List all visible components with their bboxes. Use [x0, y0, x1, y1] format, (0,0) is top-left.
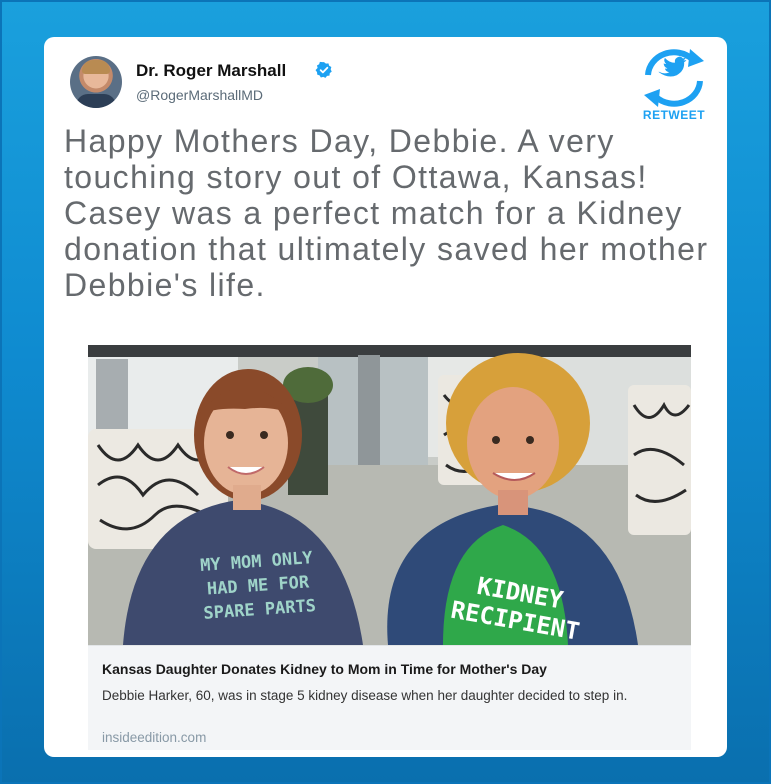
link-preview-card[interactable]: Kansas Daughter Donates Kidney to Mom in…: [88, 645, 691, 750]
avatar[interactable]: [70, 56, 122, 108]
tweet-card: Dr. Roger Marshall @RogerMarshallMD RETW…: [44, 37, 727, 757]
verified-badge-icon: [315, 61, 332, 78]
link-description: Debbie Harker, 60, was in stage 5 kidney…: [102, 688, 628, 703]
author-handle[interactable]: @RogerMarshallMD: [136, 87, 263, 103]
retweet-badge: RETWEET: [634, 45, 714, 125]
link-domain[interactable]: insideedition.com: [102, 730, 206, 745]
link-title[interactable]: Kansas Daughter Donates Kidney to Mom in…: [102, 661, 547, 677]
tweet-text: Happy Mothers Day, Debbie. A very touchi…: [64, 123, 709, 303]
avatar-suit: [76, 94, 116, 108]
retweet-bird-icon: [644, 49, 704, 107]
author-name[interactable]: Dr. Roger Marshall: [136, 61, 286, 81]
avatar-hair: [82, 60, 110, 74]
tweet-photo[interactable]: MY MOM ONLY HAD ME FOR SPARE PARTS KIDNE…: [88, 345, 691, 645]
retweet-label: RETWEET: [642, 108, 706, 122]
photo-illustration: MY MOM ONLY HAD ME FOR SPARE PARTS KIDNE…: [88, 345, 691, 645]
